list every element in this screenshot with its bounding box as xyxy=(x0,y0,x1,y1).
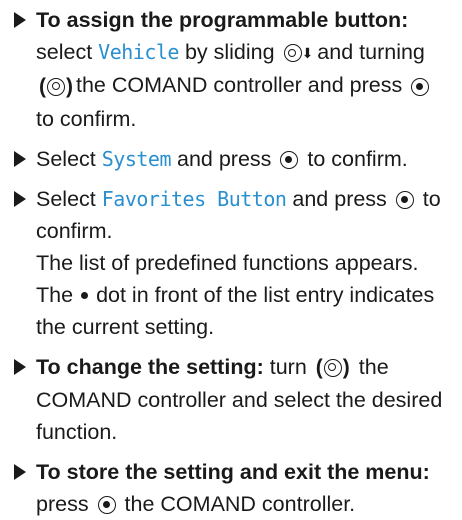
slide-controller-icon xyxy=(283,44,302,63)
menu-item-vehicle: Vehicle xyxy=(98,40,179,64)
menu-item-favorites-button: Favorites Button xyxy=(101,186,287,211)
press-controller-icon xyxy=(97,496,116,515)
step-heading: To store the setting and exit the menu: xyxy=(36,459,430,484)
step-select-favorites: Select Favorites Button and press to con… xyxy=(14,183,452,343)
step-text: the COMAND controller. xyxy=(124,491,356,516)
step-assign-button: To assign the programmable button: selec… xyxy=(14,4,452,135)
step-text: by sliding xyxy=(184,40,275,64)
press-controller-icon xyxy=(395,190,414,209)
step-store-setting: To store the setting and exit the menu: … xyxy=(14,456,452,520)
step-result-text: dot in front of the list entry indicates… xyxy=(36,282,435,339)
step-text: and press xyxy=(176,146,272,171)
step-result-text: The xyxy=(36,282,74,307)
step-text: Select xyxy=(36,146,96,171)
press-controller-icon xyxy=(280,150,299,169)
step-text: to confirm. xyxy=(36,106,137,131)
turn-controller-icon: () xyxy=(315,355,350,379)
instruction-page: To assign the programmable button: selec… xyxy=(0,0,462,516)
step-text: Select xyxy=(36,186,96,211)
step-result-text: The list of predefined functions appears… xyxy=(36,250,419,275)
bullet-arrow-icon xyxy=(14,358,26,375)
step-text: to confirm. xyxy=(307,146,408,171)
step-change-setting: To change the setting: turn () the COMAN… xyxy=(14,351,452,448)
step-text: and turning xyxy=(317,40,425,64)
step-heading: To change the setting: xyxy=(36,354,264,379)
step-text: and press xyxy=(292,186,387,211)
step-text: press xyxy=(36,491,89,516)
current-setting-dot-icon xyxy=(81,292,89,300)
bullet-arrow-icon xyxy=(14,463,26,480)
step-text: select xyxy=(36,40,93,64)
bullet-arrow-icon xyxy=(14,12,26,28)
turn-controller-icon: () xyxy=(39,74,73,98)
step-select-system: Select System and press to confirm. xyxy=(14,143,452,175)
bullet-arrow-icon xyxy=(14,150,26,167)
slide-down-arrow-icon: ⬇ xyxy=(301,45,314,62)
step-text: the COMAND controller and press xyxy=(76,73,403,98)
step-heading: To assign the programmable button: xyxy=(36,8,409,32)
menu-item-system: System xyxy=(101,146,172,171)
press-controller-icon xyxy=(411,77,430,96)
bullet-arrow-icon xyxy=(14,190,26,207)
step-text: turn xyxy=(269,354,307,379)
